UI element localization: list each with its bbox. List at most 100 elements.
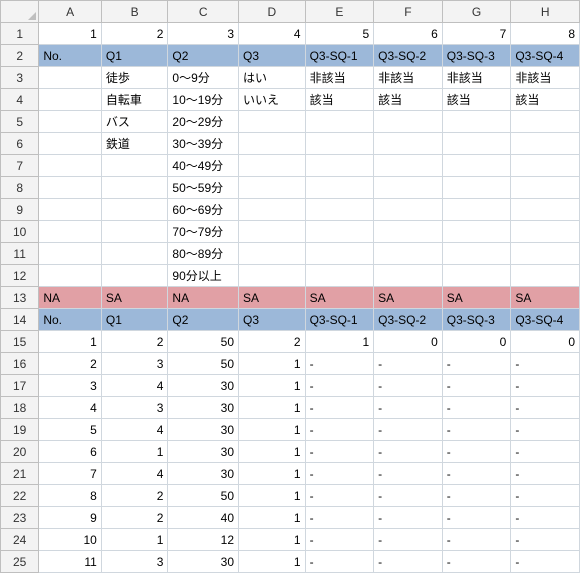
cell-E20[interactable]: -: [305, 441, 374, 463]
row-header-23[interactable]: 23: [1, 507, 39, 529]
cell-H14[interactable]: Q3-SQ-4: [511, 309, 580, 331]
cell-A13[interactable]: NA: [39, 287, 102, 309]
cell-B24[interactable]: 1: [101, 529, 168, 551]
cell-G14[interactable]: Q3-SQ-3: [442, 309, 511, 331]
cell-D20[interactable]: 1: [239, 441, 306, 463]
cell-D2[interactable]: Q3: [239, 45, 306, 67]
cell-A9[interactable]: [39, 199, 102, 221]
cell-E7[interactable]: [305, 155, 374, 177]
cell-D11[interactable]: [239, 243, 306, 265]
cell-C9[interactable]: 60～69分: [168, 199, 239, 221]
cell-D3[interactable]: はい: [239, 67, 306, 89]
cell-C6[interactable]: 30～39分: [168, 133, 239, 155]
cell-B5[interactable]: バス: [101, 111, 168, 133]
cell-H6[interactable]: [511, 133, 580, 155]
cell-G11[interactable]: [442, 243, 511, 265]
row-header-11[interactable]: 11: [1, 243, 39, 265]
cell-H4[interactable]: 該当: [511, 89, 580, 111]
cell-F23[interactable]: -: [374, 507, 443, 529]
cell-F17[interactable]: -: [374, 375, 443, 397]
cell-D5[interactable]: [239, 111, 306, 133]
cell-H20[interactable]: -: [511, 441, 580, 463]
cell-A2[interactable]: No.: [39, 45, 102, 67]
select-all-corner[interactable]: [1, 1, 39, 23]
row-header-18[interactable]: 18: [1, 397, 39, 419]
cell-G7[interactable]: [442, 155, 511, 177]
cell-D7[interactable]: [239, 155, 306, 177]
cell-B15[interactable]: 2: [101, 331, 168, 353]
cell-H8[interactable]: [511, 177, 580, 199]
cell-H22[interactable]: -: [511, 485, 580, 507]
cell-F3[interactable]: 非該当: [374, 67, 443, 89]
cell-A19[interactable]: 5: [39, 419, 102, 441]
cell-B17[interactable]: 4: [101, 375, 168, 397]
cell-H7[interactable]: [511, 155, 580, 177]
cell-H16[interactable]: -: [511, 353, 580, 375]
cell-C3[interactable]: 0～9分: [168, 67, 239, 89]
row-header-5[interactable]: 5: [1, 111, 39, 133]
col-header-G[interactable]: G: [442, 1, 511, 23]
cell-E2[interactable]: Q3-SQ-1: [305, 45, 374, 67]
cell-G3[interactable]: 非該当: [442, 67, 511, 89]
cell-D14[interactable]: Q3: [239, 309, 306, 331]
cell-F18[interactable]: -: [374, 397, 443, 419]
cell-B25[interactable]: 3: [101, 551, 168, 573]
cell-E18[interactable]: -: [305, 397, 374, 419]
cell-F4[interactable]: 該当: [374, 89, 443, 111]
cell-F21[interactable]: -: [374, 463, 443, 485]
cell-E23[interactable]: -: [305, 507, 374, 529]
cell-G21[interactable]: -: [442, 463, 511, 485]
cell-E16[interactable]: -: [305, 353, 374, 375]
cell-A11[interactable]: [39, 243, 102, 265]
cell-E3[interactable]: 非該当: [305, 67, 374, 89]
cell-A17[interactable]: 3: [39, 375, 102, 397]
cell-F15[interactable]: 0: [374, 331, 443, 353]
cell-G23[interactable]: -: [442, 507, 511, 529]
cell-G24[interactable]: -: [442, 529, 511, 551]
cell-C17[interactable]: 30: [168, 375, 239, 397]
cell-A23[interactable]: 9: [39, 507, 102, 529]
cell-G5[interactable]: [442, 111, 511, 133]
col-header-C[interactable]: C: [168, 1, 239, 23]
cell-B19[interactable]: 4: [101, 419, 168, 441]
cell-B8[interactable]: [101, 177, 168, 199]
cell-F11[interactable]: [374, 243, 443, 265]
cell-C11[interactable]: 80～89分: [168, 243, 239, 265]
cell-B10[interactable]: [101, 221, 168, 243]
row-header-19[interactable]: 19: [1, 419, 39, 441]
cell-H11[interactable]: [511, 243, 580, 265]
row-header-14[interactable]: 14: [1, 309, 39, 331]
cell-C20[interactable]: 30: [168, 441, 239, 463]
cell-A15[interactable]: 1: [39, 331, 102, 353]
cell-A5[interactable]: [39, 111, 102, 133]
cell-G18[interactable]: -: [442, 397, 511, 419]
cell-F5[interactable]: [374, 111, 443, 133]
cell-E21[interactable]: -: [305, 463, 374, 485]
cell-H1[interactable]: 8: [511, 23, 580, 45]
cell-F24[interactable]: -: [374, 529, 443, 551]
cell-A25[interactable]: 11: [39, 551, 102, 573]
cell-H21[interactable]: -: [511, 463, 580, 485]
row-header-12[interactable]: 12: [1, 265, 39, 287]
cell-A14[interactable]: No.: [39, 309, 102, 331]
cell-D16[interactable]: 1: [239, 353, 306, 375]
cell-F12[interactable]: [374, 265, 443, 287]
cell-A10[interactable]: [39, 221, 102, 243]
cell-A21[interactable]: 7: [39, 463, 102, 485]
cell-C25[interactable]: 30: [168, 551, 239, 573]
cell-A8[interactable]: [39, 177, 102, 199]
cell-C21[interactable]: 30: [168, 463, 239, 485]
cell-E8[interactable]: [305, 177, 374, 199]
cell-F20[interactable]: -: [374, 441, 443, 463]
cell-E11[interactable]: [305, 243, 374, 265]
cell-C12[interactable]: 90分以上: [168, 265, 239, 287]
cell-C1[interactable]: 3: [168, 23, 239, 45]
cell-H15[interactable]: 0: [511, 331, 580, 353]
cell-H9[interactable]: [511, 199, 580, 221]
cell-G17[interactable]: -: [442, 375, 511, 397]
cell-F10[interactable]: [374, 221, 443, 243]
col-header-H[interactable]: H: [511, 1, 580, 23]
cell-G19[interactable]: -: [442, 419, 511, 441]
cell-H17[interactable]: -: [511, 375, 580, 397]
cell-G1[interactable]: 7: [442, 23, 511, 45]
